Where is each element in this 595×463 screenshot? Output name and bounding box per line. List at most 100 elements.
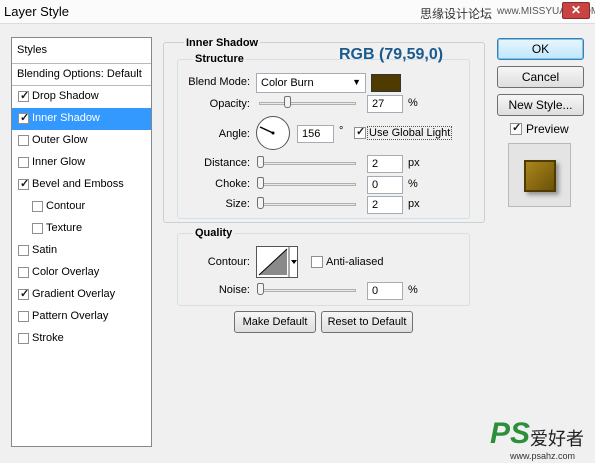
blend-mode-label: Blend Mode:	[188, 76, 250, 88]
logo-ps: PS	[490, 417, 531, 450]
use-global-light-checkbox[interactable]: ✓	[354, 126, 366, 139]
opacity-input[interactable]: 27	[367, 95, 403, 113]
close-button[interactable]: ✕	[562, 2, 590, 19]
style-preview	[508, 143, 571, 207]
style-item-checkbox[interactable]	[18, 135, 29, 146]
style-item-checkbox[interactable]	[32, 201, 43, 212]
check-icon: ✓	[512, 122, 522, 134]
style-item-drop-shadow[interactable]: ✓ Drop Shadow	[12, 86, 151, 108]
anti-aliased-label: Anti-aliased	[326, 256, 384, 268]
rgb-annotation: RGB (79,59,0)	[339, 46, 444, 63]
style-item-color-overlay[interactable]: Color Overlay	[12, 262, 151, 284]
preview-checkbox[interactable]: ✓	[510, 122, 522, 135]
new-style-button[interactable]: New Style...	[497, 94, 584, 116]
style-item-label: Bevel and Emboss	[32, 178, 124, 190]
style-item-inner-glow[interactable]: Inner Glow	[12, 152, 151, 174]
check-icon: ✓	[20, 288, 30, 300]
use-global-light-label: Use Global Light	[367, 126, 453, 140]
distance-label: Distance:	[204, 157, 250, 169]
structure-label: Structure	[193, 53, 246, 65]
style-item-checkbox[interactable]: ✓	[18, 112, 30, 124]
size-label: Size:	[225, 198, 250, 210]
angle-input[interactable]: 156	[297, 125, 334, 143]
size-input[interactable]: 2	[367, 196, 403, 214]
style-item-checkbox[interactable]	[18, 333, 29, 344]
noise-slider-thumb[interactable]	[257, 283, 264, 295]
window-title: Layer Style	[4, 4, 70, 19]
styles-header[interactable]: Styles	[12, 38, 151, 64]
style-item-inner-shadow[interactable]: ✓ Inner Shadow	[12, 108, 151, 130]
style-item-texture[interactable]: Texture	[12, 218, 151, 240]
choke-unit: %	[408, 178, 418, 190]
style-item-label: Contour	[46, 200, 86, 212]
style-item-label: Satin	[32, 244, 58, 256]
opacity-slider-thumb[interactable]	[284, 96, 291, 108]
style-item-pattern-overlay[interactable]: Pattern Overlay	[12, 306, 151, 328]
noise-slider-track[interactable]	[259, 289, 356, 292]
opacity-unit: %	[408, 97, 418, 109]
size-slider-track[interactable]	[259, 203, 356, 206]
size-slider-thumb[interactable]	[257, 197, 264, 209]
style-item-satin[interactable]: Satin	[12, 240, 151, 262]
check-icon: ✓	[20, 112, 30, 124]
angle-needle-icon	[259, 126, 275, 135]
preview-swatch	[524, 160, 556, 192]
distance-slider-track[interactable]	[259, 162, 356, 165]
choke-input[interactable]: 0	[367, 176, 403, 194]
style-item-checkbox[interactable]	[18, 311, 29, 322]
distance-unit: px	[408, 157, 420, 169]
style-item-checkbox[interactable]	[18, 267, 29, 278]
styles-list: Styles Blending Options: Default ✓ Drop S…	[11, 37, 152, 447]
style-item-checkbox[interactable]	[18, 157, 29, 168]
shadow-color-swatch[interactable]	[371, 74, 401, 92]
style-item-label: Stroke	[32, 332, 64, 344]
style-item-gradient-overlay[interactable]: ✓ Gradient Overlay	[12, 284, 151, 306]
check-icon: ✓	[356, 126, 366, 138]
watermark-cn: 思缘设计论坛	[420, 7, 493, 21]
logo-cn: 爱好者	[530, 429, 584, 449]
check-icon: ✓	[20, 178, 30, 190]
opacity-label: Opacity:	[209, 98, 250, 110]
site-logo: PS 爱好者 www.psahz.com	[490, 417, 590, 461]
style-item-label: Pattern Overlay	[32, 310, 109, 322]
choke-slider-thumb[interactable]	[257, 177, 264, 189]
noise-input[interactable]: 0	[367, 282, 403, 300]
style-item-bevel-and-emboss[interactable]: ✓ Bevel and Emboss	[12, 174, 151, 196]
inner-shadow-title: Inner Shadow	[184, 37, 261, 49]
contour-curve-icon	[258, 247, 297, 277]
opacity-slider-track[interactable]	[259, 102, 356, 105]
style-item-checkbox[interactable]	[32, 223, 43, 234]
blending-options-item[interactable]: Blending Options: Default	[12, 64, 151, 86]
check-icon: ✓	[20, 90, 30, 102]
blend-mode-dropdown[interactable]: Color Burn ▼	[256, 73, 366, 93]
anti-aliased-checkbox[interactable]	[311, 256, 323, 268]
noise-unit: %	[408, 284, 418, 296]
angle-label: Angle:	[218, 128, 250, 140]
ok-button[interactable]: OK	[497, 38, 584, 60]
style-item-contour[interactable]: Contour	[12, 196, 151, 218]
style-item-label: Outer Glow	[32, 134, 88, 146]
angle-unit: °	[339, 125, 344, 137]
style-item-label: Drop Shadow	[32, 90, 99, 102]
style-item-checkbox[interactable]: ✓	[18, 178, 30, 190]
style-item-label: Inner Shadow	[32, 112, 100, 124]
distance-slider-thumb[interactable]	[257, 156, 264, 168]
quality-label: Quality	[193, 227, 235, 239]
make-default-button[interactable]: Make Default	[234, 311, 316, 333]
cancel-button[interactable]: Cancel	[497, 66, 584, 88]
style-item-checkbox[interactable]: ✓	[18, 288, 30, 300]
style-item-label: Gradient Overlay	[32, 288, 116, 300]
style-item-stroke[interactable]: Stroke	[12, 328, 151, 350]
reset-to-default-button[interactable]: Reset to Default	[321, 311, 413, 333]
noise-label: Noise:	[218, 284, 250, 296]
style-item-checkbox[interactable]	[18, 245, 29, 256]
style-item-outer-glow[interactable]: Outer Glow	[12, 130, 151, 152]
style-item-checkbox[interactable]: ✓	[18, 90, 30, 102]
choke-label: Choke:	[215, 178, 250, 190]
blend-mode-value: Color Burn	[261, 77, 314, 89]
angle-dial[interactable]	[256, 116, 290, 150]
choke-slider-track[interactable]	[259, 183, 356, 186]
distance-input[interactable]: 2	[367, 155, 403, 173]
size-unit: px	[408, 198, 420, 210]
contour-picker[interactable]	[256, 246, 298, 278]
